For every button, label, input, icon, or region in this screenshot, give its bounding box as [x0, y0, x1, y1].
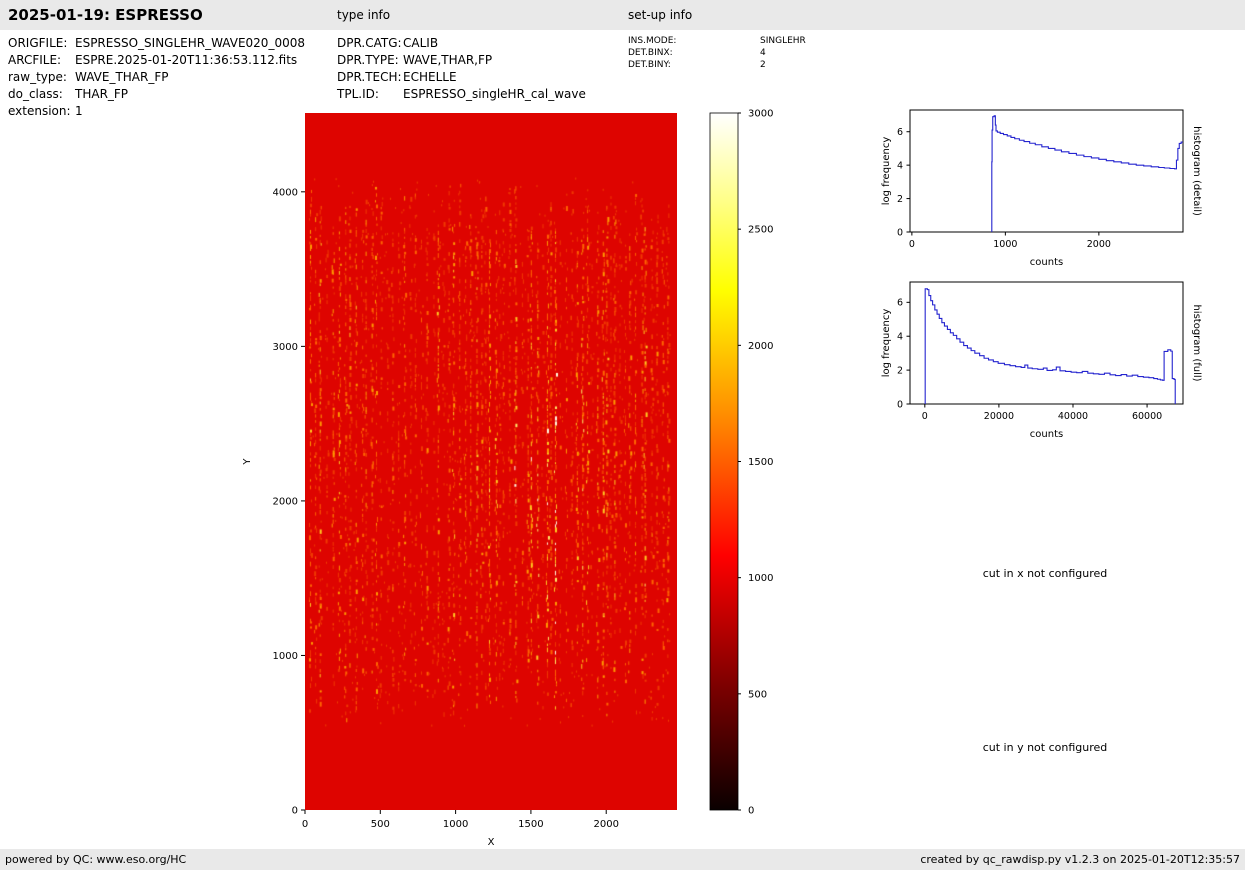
info-row: ORIGFILE: ESPRESSO_SINGLEHR_WAVE020_0008 [8, 36, 305, 53]
info-label: do_class: [8, 87, 75, 104]
histogram-detail-plot: 0 1000 2000 0 2 4 6 counts log frequency histogra… [878, 98, 1218, 278]
info-row: INS.MODE: SINGLEHR [628, 36, 806, 48]
y-tick-label: 1000 [273, 651, 298, 662]
colorbar-tick-label: 0 [748, 806, 754, 817]
setup-info-heading: set-up info [628, 0, 692, 30]
info-value: ECHELLE [403, 70, 457, 87]
info-value: 4 [760, 48, 766, 60]
footer-powered-by: powered by QC: www.eso.org/HC [5, 849, 186, 870]
colorbar-tick-label: 2000 [748, 341, 773, 352]
info-value: SINGLEHR [760, 36, 806, 48]
info-label: DPR.TECH: [337, 70, 403, 87]
info-label: raw_type: [8, 70, 75, 87]
x-tick-label: 0 [302, 819, 308, 830]
info-row: DPR.TECH: ECHELLE [337, 70, 586, 87]
y-tick-label: 6 [897, 298, 903, 309]
y-tick-label: 4 [897, 160, 903, 171]
x-tick-label: 1000 [443, 819, 468, 830]
info-row: DET.BINX: 4 [628, 48, 806, 60]
info-row: ARCFILE: ESPRE.2025-01-20T11:36:53.112.f… [8, 53, 305, 70]
colorbar-tick-label: 3000 [748, 109, 773, 120]
header-bar: 2025-01-19: ESPRESSO type info set-up in… [0, 0, 1245, 30]
info-value: ESPRESSO_SINGLEHR_WAVE020_0008 [75, 36, 305, 53]
plot-frame [910, 282, 1183, 404]
y-tick-label: 6 [897, 127, 903, 138]
qc-report-page: 2025-01-19: ESPRESSO type info set-up in… [0, 0, 1245, 870]
x-tick-label: 2000 [593, 819, 618, 830]
info-label: DET.BINX: [628, 48, 760, 60]
right-axis-label: histogram (full) [1191, 304, 1202, 381]
info-label: INS.MODE: [628, 36, 760, 48]
info-value: WAVE,THAR,FP [403, 53, 492, 70]
info-label: ARCFILE: [8, 53, 75, 70]
info-value: ESPRE.2025-01-20T11:36:53.112.fits [75, 53, 297, 70]
y-tick-label: 0 [897, 227, 903, 238]
info-value: WAVE_THAR_FP [75, 70, 168, 87]
y-axis-label: log frequency [881, 309, 892, 378]
setup-info-block: INS.MODE: SINGLEHR DET.BINX: 4 DET.BINY:… [628, 36, 806, 72]
type-info-heading: type info [337, 0, 390, 30]
cut-x-message: cut in x not configured [895, 567, 1195, 580]
histogram-line [925, 289, 1175, 404]
info-row: DPR.TYPE: WAVE,THAR,FP [337, 53, 586, 70]
info-label: ORIGFILE: [8, 36, 75, 53]
page-title: 2025-01-19: ESPRESSO [8, 0, 203, 30]
histogram-line [992, 116, 1183, 232]
right-axis-label: histogram (detail) [1191, 126, 1202, 216]
y-tick-label: 3000 [273, 342, 298, 353]
x-tick-label: 60000 [1132, 411, 1162, 422]
y-tick-label: 2000 [273, 496, 298, 507]
y-tick-label: 4 [897, 332, 903, 343]
info-value: 2 [760, 60, 766, 72]
footer-bar: powered by QC: www.eso.org/HC created by… [0, 849, 1245, 870]
info-label: DET.BINY: [628, 60, 760, 72]
x-tick-label: 2000 [1087, 239, 1111, 250]
y-tick-label: 0 [897, 399, 903, 410]
info-label: extension: [8, 104, 75, 121]
type-info-block: DPR.CATG: CALIB DPR.TYPE: WAVE,THAR,FP D… [337, 36, 586, 104]
x-tick-label: 0 [922, 411, 928, 422]
cut-y-message: cut in y not configured [895, 741, 1195, 754]
colorbar-tick-label: 2500 [748, 225, 773, 236]
info-row: raw_type: WAVE_THAR_FP [8, 70, 305, 87]
x-tick-label: 500 [371, 819, 390, 830]
y-tick-label: 4000 [273, 187, 298, 198]
x-tick-label: 40000 [1058, 411, 1088, 422]
info-row: DET.BINY: 2 [628, 60, 806, 72]
colorbar-tick-label: 1000 [748, 573, 773, 584]
info-value: 1 [75, 104, 83, 121]
x-tick-label: 1000 [993, 239, 1017, 250]
footer-created-by: created by qc_rawdisp.py v1.2.3 on 2025-… [920, 849, 1240, 870]
x-tick-label: 1500 [518, 819, 543, 830]
y-axis-label: Y [242, 458, 253, 466]
histogram-full-plot: 0 20000 40000 60000 0 2 4 6 counts log frequency h… [878, 270, 1218, 450]
main-plot-axes: 0 500 1000 1500 2000 0 1000 2000 3000 4000 X Y 0 500 1… [230, 100, 790, 860]
plot-frame [910, 110, 1183, 232]
info-value: THAR_FP [75, 87, 128, 104]
y-axis-label: log frequency [881, 137, 892, 206]
x-axis-label: counts [1030, 257, 1063, 268]
x-tick-label: 20000 [984, 411, 1014, 422]
x-tick-label: 0 [909, 239, 915, 250]
x-axis-label: counts [1030, 429, 1063, 440]
y-tick-label: 0 [292, 806, 298, 817]
info-label: DPR.CATG: [337, 36, 403, 53]
colorbar-tick-label: 500 [748, 689, 767, 700]
info-label: DPR.TYPE: [337, 53, 403, 70]
y-tick-label: 2 [897, 194, 903, 205]
colorbar-tick-label: 1500 [748, 457, 773, 468]
x-axis-label: X [488, 837, 495, 848]
colorbar [710, 113, 738, 810]
info-row: DPR.CATG: CALIB [337, 36, 586, 53]
info-value: CALIB [403, 36, 438, 53]
y-tick-label: 2 [897, 365, 903, 376]
